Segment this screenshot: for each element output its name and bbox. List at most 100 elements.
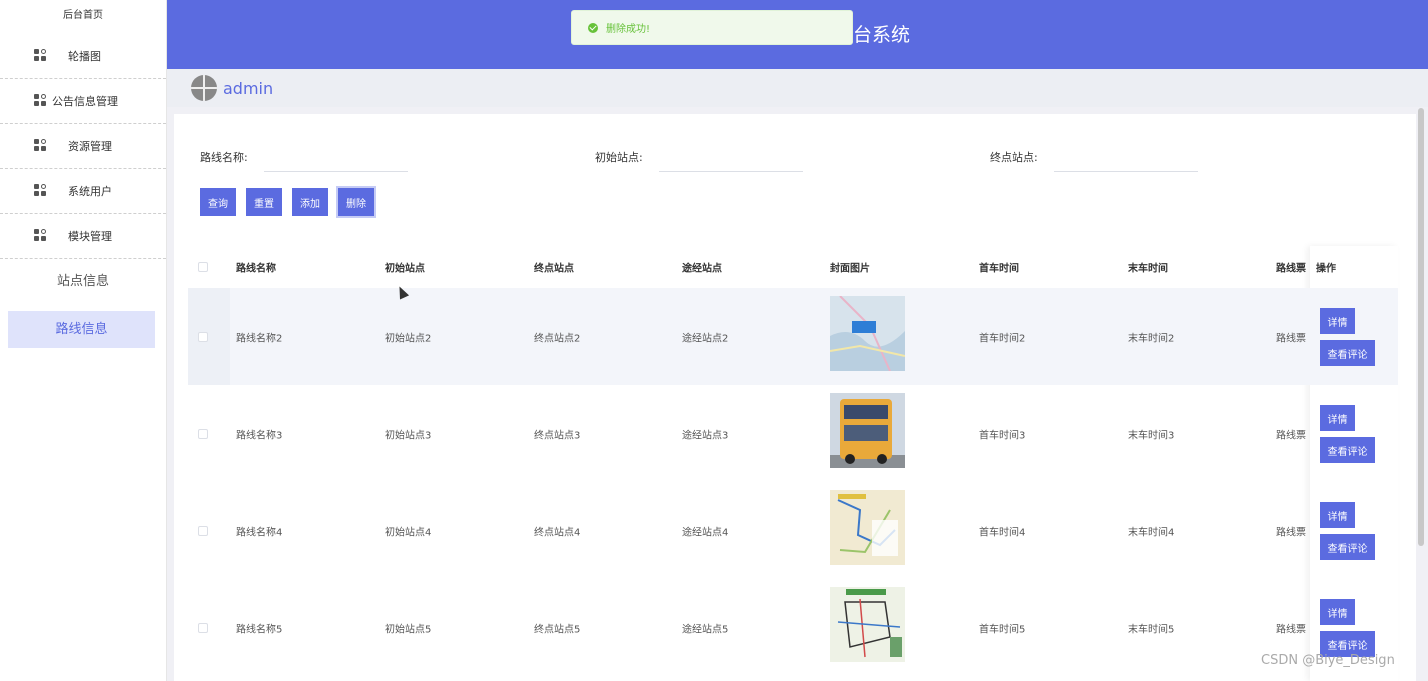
- row-checkbox[interactable]: [198, 428, 208, 439]
- user-bar: admin: [167, 69, 1428, 107]
- cell-start-station: 初始站点5: [385, 624, 432, 635]
- route-name-input[interactable]: [263, 144, 408, 172]
- page-title: 台系统: [853, 24, 911, 46]
- col-last-bus: 末车时间: [1128, 263, 1168, 275]
- cell-via-stations: 途经站点3: [682, 430, 729, 441]
- content-panel: 路线名称: 初始站点: 终点站点: 查询 重置 添加 删除 路线名称 初始站点 …: [174, 114, 1416, 681]
- add-button[interactable]: 添加: [292, 188, 328, 216]
- cell-last-bus: 末车时间4: [1128, 527, 1175, 538]
- cell-via-stations: 途经站点2: [682, 333, 729, 344]
- avatar[interactable]: [191, 75, 217, 101]
- cell-end-station: 终点站点2: [534, 333, 581, 344]
- cell-route-name: 路线名称4: [236, 527, 283, 538]
- sidebar-item-label: 系统用户: [68, 185, 112, 198]
- col-route-name: 路线名称: [236, 263, 276, 275]
- col-via-stations: 途经站点: [682, 263, 722, 275]
- detail-button[interactable]: 详情: [1320, 599, 1355, 625]
- field-label: 路线名称:: [200, 151, 248, 164]
- sidebar-item-system-users[interactable]: 系统用户: [0, 169, 166, 214]
- sidebar-item-label: 资源管理: [68, 140, 112, 153]
- cell-start-station: 初始站点2: [385, 333, 432, 344]
- check-circle-icon: [588, 22, 598, 33]
- end-station-input[interactable]: [1053, 144, 1198, 172]
- cell-ticket: 路线票: [1276, 624, 1306, 635]
- cell-first-bus: 首车时间4: [979, 527, 1026, 538]
- table-row[interactable]: 路线名称3 初始站点3 终点站点3 途经站点3 首车时间3 末车时间3 路线票 …: [188, 385, 1398, 482]
- cell-start-station: 初始站点4: [385, 527, 432, 538]
- field-label: 初始站点:: [595, 151, 643, 164]
- start-station-input[interactable]: [658, 144, 803, 172]
- col-start-station: 初始站点: [385, 263, 425, 275]
- toolbar: 查询 重置 添加 删除: [200, 188, 384, 216]
- cover-image-route-map[interactable]: [830, 587, 905, 662]
- cell-ticket: 路线票: [1276, 527, 1306, 538]
- detail-button[interactable]: 详情: [1320, 502, 1355, 528]
- view-comments-button[interactable]: 查看评论: [1320, 534, 1375, 560]
- cell-via-stations: 途经站点5: [682, 624, 729, 635]
- view-comments-button[interactable]: 查看评论: [1320, 437, 1375, 463]
- page-scrollbar[interactable]: [1418, 108, 1424, 546]
- search-form: 路线名称: 初始站点: 终点站点:: [174, 144, 1416, 174]
- cell-first-bus: 首车时间3: [979, 430, 1026, 441]
- row-checkbox[interactable]: [198, 525, 208, 536]
- search-field-start-station: 初始站点:: [595, 144, 803, 172]
- col-end-station: 终点站点: [534, 263, 574, 275]
- cell-last-bus: 末车时间3: [1128, 430, 1175, 441]
- search-field-end-station: 终点站点:: [990, 144, 1198, 172]
- table-row[interactable]: 路线名称2 初始站点2 终点站点2 途经站点2 首车时间2 末车时间2 路线票: [188, 288, 1398, 385]
- row-checkbox[interactable]: [198, 331, 208, 342]
- cell-last-bus: 末车时间5: [1128, 624, 1175, 635]
- detail-button[interactable]: 详情: [1320, 308, 1355, 334]
- table-row[interactable]: 路线名称4 初始站点4 终点站点4 途经站点4 首车时间4 末车时间4 路线票: [188, 482, 1398, 579]
- grid-icon: [34, 94, 48, 108]
- sidebar-subitem-stations[interactable]: 站点信息: [0, 259, 166, 304]
- detail-button[interactable]: 详情: [1320, 405, 1355, 431]
- sidebar-item-resources[interactable]: 资源管理: [0, 124, 166, 169]
- watermark: CSDN @Biye_Design: [1261, 653, 1395, 668]
- cell-first-bus: 首车时间5: [979, 624, 1026, 635]
- select-all-checkbox[interactable]: [198, 262, 208, 272]
- sidebar-item-label: 轮播图: [68, 50, 101, 63]
- cover-image-bus[interactable]: [830, 393, 905, 468]
- row-checkbox[interactable]: [198, 622, 208, 633]
- grid-icon: [34, 229, 48, 243]
- sidebar-item-announcements[interactable]: 公告信息管理: [0, 79, 166, 124]
- app-root: 后台首页 轮播图 公告信息管理 资源管理 系统用户 模块管理 站点信息 路线信息…: [0, 0, 1428, 681]
- sidebar-subitem-routes[interactable]: 路线信息: [8, 311, 155, 348]
- view-comments-button[interactable]: 查看评论: [1320, 340, 1375, 366]
- cell-end-station: 终点站点5: [534, 624, 581, 635]
- table-header: 路线名称 初始站点 终点站点 途经站点 封面图片 首车时间 末车时间 路线票 操…: [188, 246, 1398, 288]
- cell-via-stations: 途经站点4: [682, 527, 729, 538]
- field-label: 终点站点:: [990, 151, 1038, 164]
- col-first-bus: 首车时间: [979, 263, 1019, 275]
- cell-first-bus: 首车时间2: [979, 333, 1026, 344]
- sidebar-item-carousel[interactable]: 轮播图: [0, 34, 166, 79]
- routes-table: 路线名称 初始站点 终点站点 途经站点 封面图片 首车时间 末车时间 路线票 操…: [188, 246, 1398, 681]
- cell-last-bus: 末车时间2: [1128, 333, 1175, 344]
- table-row[interactable]: 路线名称5 初始站点5 终点站点5 途经站点5 首车时间5 末车时间5 路线票 …: [188, 579, 1398, 676]
- cell-start-station: 初始站点3: [385, 430, 432, 441]
- cell-route-name: 路线名称5: [236, 624, 283, 635]
- cell-end-station: 终点站点3: [534, 430, 581, 441]
- grid-icon: [34, 49, 48, 63]
- col-actions: 操作: [1316, 263, 1336, 275]
- cover-image-route-map[interactable]: [830, 490, 905, 565]
- reset-button[interactable]: 重置: [246, 188, 282, 216]
- cell-end-station: 终点站点4: [534, 527, 581, 538]
- cover-image-map[interactable]: [830, 296, 905, 371]
- cell-route-name: 路线名称3: [236, 430, 283, 441]
- sidebar-item-label: 公告信息管理: [52, 95, 118, 108]
- col-cover-image: 封面图片: [830, 263, 870, 275]
- username[interactable]: admin: [223, 79, 273, 98]
- sidebar-item-modules[interactable]: 模块管理: [0, 214, 166, 259]
- search-field-route-name: 路线名称:: [200, 144, 408, 172]
- col-ticket: 路线票: [1276, 263, 1306, 275]
- query-button[interactable]: 查询: [200, 188, 236, 216]
- cell-ticket: 路线票: [1276, 430, 1306, 441]
- sidebar: 后台首页 轮播图 公告信息管理 资源管理 系统用户 模块管理 站点信息 路线信息: [0, 0, 167, 681]
- sidebar-item-label: 模块管理: [68, 230, 112, 243]
- delete-button[interactable]: 删除: [338, 188, 374, 216]
- sidebar-home-link[interactable]: 后台首页: [0, 0, 166, 34]
- toast-message: 删除成功!: [606, 24, 651, 35]
- success-toast: 删除成功!: [571, 10, 853, 45]
